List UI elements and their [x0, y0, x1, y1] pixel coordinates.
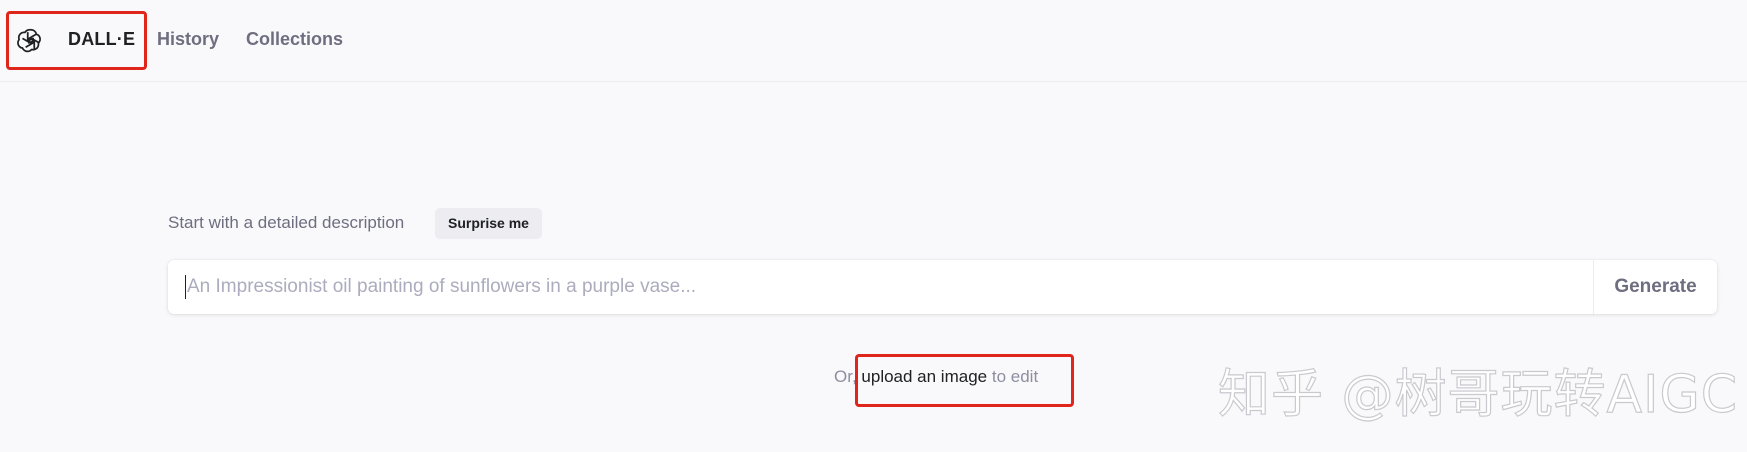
openai-logo-icon[interactable]	[17, 26, 45, 54]
top-navigation-bar: DALL·E History Collections	[0, 0, 1747, 82]
generate-button[interactable]: Generate	[1594, 260, 1717, 314]
dalle-brand-label[interactable]: DALL·E	[68, 29, 135, 50]
prompt-input-container: Generate	[168, 260, 1717, 314]
upload-image-link[interactable]: upload an image	[861, 367, 987, 386]
watermark-text: 知乎 @树哥玩转AIGC	[1217, 364, 1739, 425]
nav-collections-link[interactable]: Collections	[246, 29, 343, 50]
nav-history-link[interactable]: History	[157, 29, 219, 50]
surprise-me-button[interactable]: Surprise me	[435, 208, 542, 239]
upload-prefix-text: Or,	[834, 367, 857, 386]
prompt-input[interactable]	[185, 260, 1577, 314]
prompt-instruction-label: Start with a detailed description	[168, 213, 405, 232]
upload-instruction: Or, upload an image to edit	[834, 367, 1038, 387]
text-caret	[185, 275, 186, 299]
upload-suffix-text: to edit	[991, 367, 1039, 386]
